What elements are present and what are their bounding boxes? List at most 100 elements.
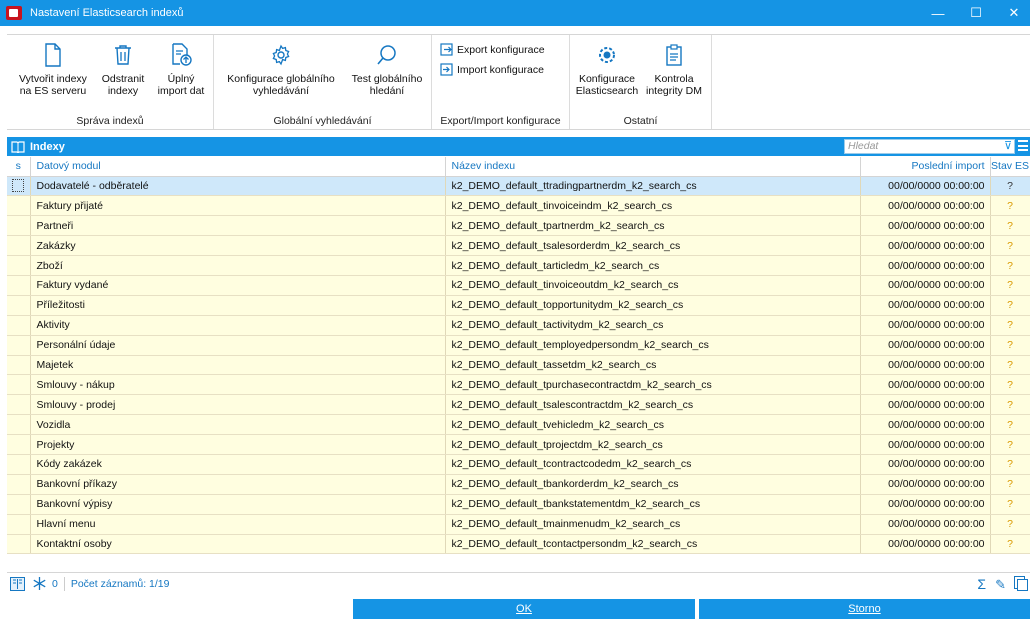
elasticsearch-config-button[interactable]: Konfigurace Elasticsearch bbox=[574, 41, 640, 97]
cell-modul: Smlouvy - prodej bbox=[30, 394, 446, 416]
cancel-button[interactable]: Storno bbox=[699, 599, 1030, 619]
cell-stav: ? bbox=[990, 255, 1030, 276]
cell-stav: ? bbox=[990, 275, 1030, 296]
close-button[interactable]: ✕ bbox=[996, 0, 1030, 26]
table-row[interactable]: Smlouvy - nákup k2_DEMO_default_tpurchase… bbox=[7, 374, 1030, 396]
cell-import: 00/00/0000 00:00:00 bbox=[860, 514, 991, 535]
table-row[interactable]: Smlouvy - prodej k2_DEMO_default_tsalesco… bbox=[7, 394, 1030, 416]
row-selector[interactable] bbox=[7, 534, 31, 555]
cell-modul: Projekty bbox=[30, 434, 446, 455]
group-globalni-vyhledavani: Konfigurace globálního vyhledávání Test … bbox=[214, 35, 432, 129]
table-row[interactable]: Faktury vydané k2_DEMO_default_tinvoiceou… bbox=[7, 275, 1030, 296]
indexes-table: s Datový modul Název indexu Poslední imp… bbox=[7, 157, 1030, 555]
full-import-button[interactable]: Úplný import dat bbox=[153, 41, 209, 97]
table-row[interactable]: Zakázky k2_DEMO_default_tsalesorderdm_k2_… bbox=[7, 235, 1030, 257]
table-row[interactable]: Partneři k2_DEMO_default_tpartnerdm_k2_se… bbox=[7, 215, 1030, 237]
search-placeholder: Hledat bbox=[848, 140, 879, 152]
cell-modul: Vozidla bbox=[30, 414, 446, 436]
col-header-stav[interactable]: Stav ES bbox=[990, 157, 1030, 177]
row-selector[interactable] bbox=[7, 414, 31, 436]
ok-label: OK bbox=[516, 603, 532, 615]
row-selector[interactable] bbox=[7, 394, 31, 416]
row-selector[interactable] bbox=[7, 255, 31, 276]
filter-icon[interactable]: ⊽ bbox=[1004, 140, 1012, 153]
table-row[interactable]: Kódy zakázek k2_DEMO_default_tcontractcod… bbox=[7, 454, 1030, 475]
cell-stav: ? bbox=[990, 295, 1030, 316]
table-row[interactable]: Faktury přijaté k2_DEMO_default_tinvoicei… bbox=[7, 195, 1030, 217]
grid-header-bar: Indexy Hledat ⊽ bbox=[7, 137, 1030, 156]
edit-icon[interactable]: ✎ bbox=[995, 577, 1006, 593]
row-selector[interactable] bbox=[7, 275, 31, 296]
group-export-import: Export konfigurace Import konfigurace Ex… bbox=[432, 35, 570, 129]
export-grid-icon[interactable] bbox=[1014, 576, 1028, 594]
search-icon bbox=[346, 41, 428, 69]
export-icon bbox=[440, 43, 453, 56]
import-document-icon bbox=[153, 41, 209, 69]
row-selector[interactable] bbox=[7, 295, 31, 316]
global-search-test-button[interactable]: Test globálního hledání bbox=[346, 41, 428, 97]
table-row[interactable]: Zboží k2_DEMO_default_tarticledm_k2_searc… bbox=[7, 255, 1030, 276]
col-header-index[interactable]: Název indexu bbox=[445, 157, 861, 177]
cell-index: k2_DEMO_default_topportunitydm_k2_search… bbox=[445, 295, 861, 316]
status-bar: 0 Počet záznamů: 1/19 Σ ✎ bbox=[7, 572, 1030, 594]
sum-icon[interactable]: Σ bbox=[977, 576, 986, 592]
maximize-button[interactable]: ☐ bbox=[958, 0, 994, 26]
row-selector[interactable] bbox=[7, 176, 31, 197]
divider bbox=[63, 576, 65, 591]
group-sprava-indexu: Vytvořit indexy na ES serveru Odstranit … bbox=[7, 35, 214, 129]
cell-modul: Kódy zakázek bbox=[30, 454, 446, 475]
table-row[interactable]: Vozidla k2_DEMO_default_tvehicledm_k2_sea… bbox=[7, 414, 1030, 436]
create-indexes-label: Vytvořit indexy na ES serveru bbox=[19, 73, 87, 97]
col-header-modul[interactable]: Datový modul bbox=[30, 157, 446, 177]
table-row[interactable]: Dodavatelé - odběratelé k2_DEMO_default_t… bbox=[7, 176, 1030, 197]
export-config-button[interactable]: Export konfigurace bbox=[440, 43, 545, 56]
delete-indexes-button[interactable]: Odstranit indexy bbox=[97, 41, 149, 97]
cell-stav: ? bbox=[990, 215, 1030, 237]
row-selector[interactable] bbox=[7, 315, 31, 336]
row-selector[interactable] bbox=[7, 335, 31, 356]
row-selector[interactable] bbox=[7, 514, 31, 535]
table-row[interactable]: Majetek k2_DEMO_default_tassetdm_k2_searc… bbox=[7, 355, 1030, 376]
row-selector[interactable] bbox=[7, 374, 31, 396]
col-header-import[interactable]: Poslední import bbox=[860, 157, 991, 177]
minimize-button[interactable]: — bbox=[920, 0, 956, 26]
book-view-icon[interactable] bbox=[10, 576, 25, 591]
menu-icon[interactable] bbox=[1018, 140, 1028, 151]
row-selector[interactable] bbox=[7, 235, 31, 257]
cell-stav: ? bbox=[990, 434, 1030, 455]
cell-import: 00/00/0000 00:00:00 bbox=[860, 275, 991, 296]
cell-import: 00/00/0000 00:00:00 bbox=[860, 534, 991, 555]
cell-modul: Smlouvy - nákup bbox=[30, 374, 446, 396]
row-selector[interactable] bbox=[7, 215, 31, 237]
ok-button[interactable]: OK bbox=[353, 599, 695, 619]
import-config-label: Import konfigurace bbox=[457, 63, 544, 76]
cell-import: 00/00/0000 00:00:00 bbox=[860, 255, 991, 276]
create-indexes-button[interactable]: Vytvořit indexy na ES serveru bbox=[13, 41, 93, 97]
table-row[interactable]: Bankovní výpisy k2_DEMO_default_tbankstat… bbox=[7, 494, 1030, 515]
table-row[interactable]: Aktivity k2_DEMO_default_tactivitydm_k2_s… bbox=[7, 315, 1030, 336]
row-selector[interactable] bbox=[7, 494, 31, 515]
col-header-s[interactable]: s bbox=[7, 157, 31, 177]
table-row[interactable]: Kontaktní osoby k2_DEMO_default_tcontactp… bbox=[7, 534, 1030, 555]
table-row[interactable]: Příležitosti k2_DEMO_default_topportunity… bbox=[7, 295, 1030, 316]
table-row[interactable]: Hlavní menu k2_DEMO_default_tmainmenudm_k… bbox=[7, 514, 1030, 535]
integrity-check-button[interactable]: Kontrola integrity DM bbox=[642, 41, 706, 97]
import-config-button[interactable]: Import konfigurace bbox=[440, 63, 544, 76]
table-row[interactable]: Projekty k2_DEMO_default_tprojectdm_k2_se… bbox=[7, 434, 1030, 455]
search-input[interactable]: Hledat ⊽ bbox=[844, 139, 1015, 154]
row-selector[interactable] bbox=[7, 454, 31, 475]
global-search-config-button[interactable]: Konfigurace globálního vyhledávání bbox=[220, 41, 342, 97]
table-row[interactable]: Bankovní příkazy k2_DEMO_default_tbankord… bbox=[7, 474, 1030, 495]
cell-import: 00/00/0000 00:00:00 bbox=[860, 176, 991, 197]
cell-index: k2_DEMO_default_tprojectdm_k2_search_cs bbox=[445, 434, 861, 455]
table-row[interactable]: Personální údaje k2_DEMO_default_temploye… bbox=[7, 335, 1030, 356]
cell-stav: ? bbox=[990, 534, 1030, 555]
row-selector[interactable] bbox=[7, 474, 31, 495]
row-selector[interactable] bbox=[7, 195, 31, 217]
row-selector[interactable] bbox=[7, 355, 31, 376]
cell-index: k2_DEMO_default_tassetdm_k2_search_cs bbox=[445, 355, 861, 376]
cell-modul: Bankovní výpisy bbox=[30, 494, 446, 515]
import-icon bbox=[440, 63, 453, 76]
snowflake-icon[interactable] bbox=[33, 577, 46, 590]
row-selector[interactable] bbox=[7, 434, 31, 455]
